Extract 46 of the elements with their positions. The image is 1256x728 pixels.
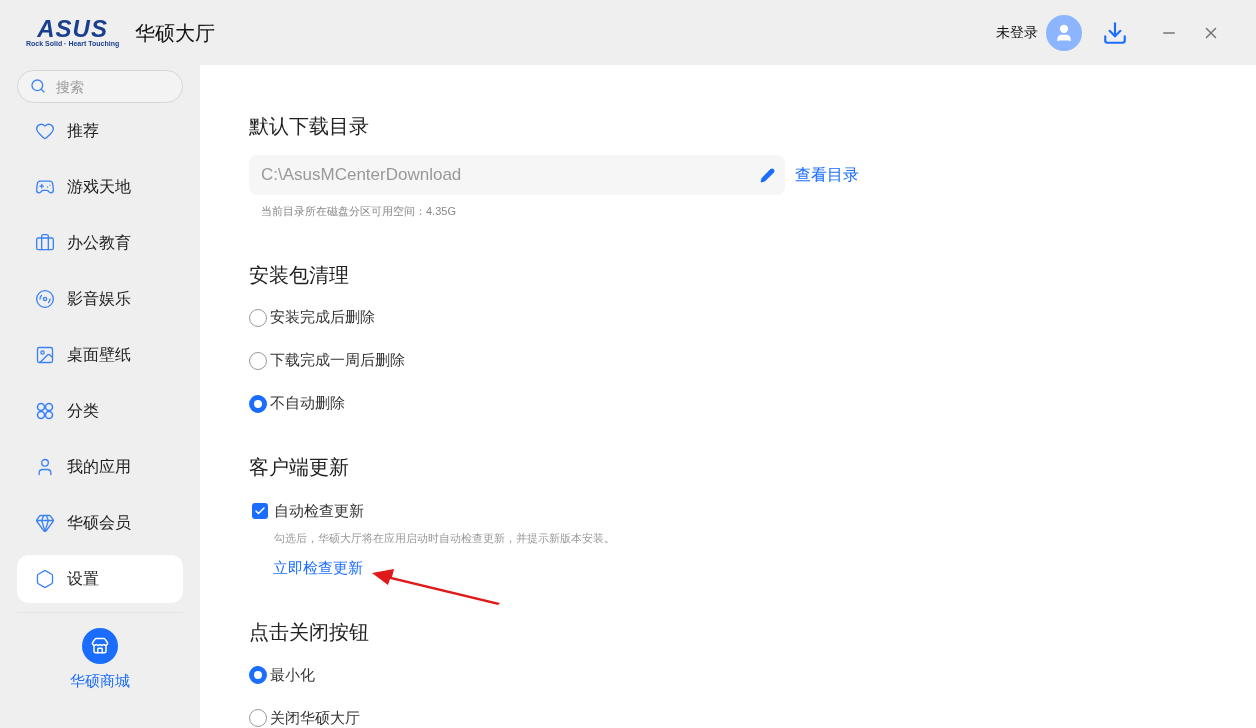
section-title: 默认下载目录 [249,114,370,139]
store-icon[interactable] [82,628,118,664]
sidebar-item[interactable]: 游戏天地 [17,163,183,211]
radio-label: 不自动删除 [270,393,345,414]
sidebar-item[interactable]: 分类 [17,387,183,435]
checkbox[interactable] [252,502,268,519]
radio-button[interactable] [249,308,267,327]
sidebar-item[interactable]: 影音娱乐 [17,275,183,323]
checkbox-label: 自动检查更新 [274,500,364,521]
search-icon [30,78,46,94]
radio-label: 关闭华硕大厅 [270,707,360,728]
app-title: 华硕大厅 [135,20,216,46]
sidebar-item[interactable]: 设置 [17,555,183,603]
diamond-icon [35,513,55,533]
sidebar-item[interactable]: 办公教育 [17,219,183,267]
store-link[interactable]: 华硕商城 [70,670,130,693]
login-status[interactable]: 未登录 [996,22,1038,43]
sidebar-item[interactable]: 我的应用 [17,443,183,491]
radio-label: 最小化 [270,664,315,685]
search-field[interactable]: 搜索 [17,70,183,103]
sidebar-item[interactable]: 桌面壁纸 [17,331,183,379]
film-reel-icon [35,289,55,309]
radio-button[interactable] [249,394,267,413]
radio-button[interactable] [249,666,267,684]
edit-icon[interactable] [760,167,775,183]
settings-icon [35,569,55,589]
briefcase-icon [35,233,55,253]
disk-space-note: 当前目录所在磁盘分区可用空间：4.35G [261,204,457,219]
radio-label: 下载完成一周后删除 [270,350,405,371]
radio-label: 安装完成后删除 [270,307,375,328]
sidebar-item[interactable]: 推荐 [17,107,183,155]
view-directory-link[interactable]: 查看目录 [795,163,859,187]
section-title: 安装包清理 [249,262,350,288]
check-update-link[interactable]: 立即检查更新 [273,556,363,579]
download-icon[interactable] [1102,19,1128,46]
update-note: 勾选后，华硕大厅将在应用启动时自动检查更新，并提示新版本安装。 [274,531,616,546]
avatar[interactable] [1046,14,1082,51]
sidebar-item[interactable]: 华硕会员 [17,499,183,547]
heart-icon [35,121,55,141]
radio-button[interactable] [249,351,267,370]
section-title: 点击关闭按钮 [249,620,370,645]
check-icon [254,504,266,517]
section-title: 客户端更新 [249,454,350,480]
radio-button[interactable] [249,709,267,727]
grid-icon [35,401,55,421]
image-icon [35,345,55,365]
